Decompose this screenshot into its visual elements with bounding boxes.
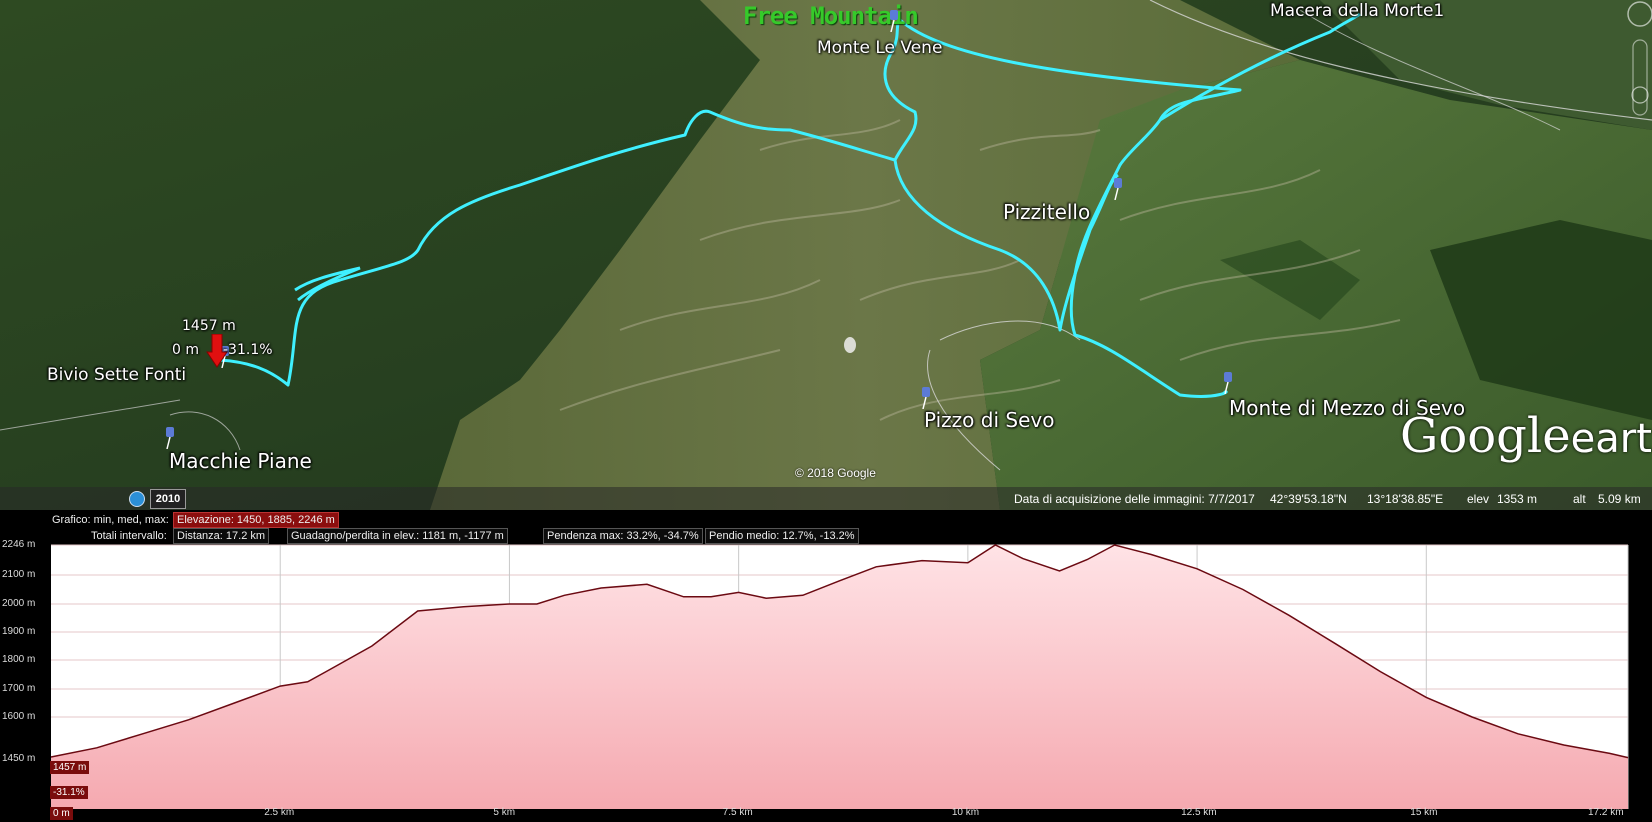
pushpin-icon[interactable] [163,427,177,449]
altitude-label: alt [1573,492,1586,506]
cursor-elevation-label: 1457 m [182,318,236,334]
imagery-year-badge[interactable]: 2010 [150,489,186,509]
imagery-date: Data di acquisizione delle immagini: 7/7… [1014,492,1255,506]
copyright-text: © 2018 Google [795,466,876,480]
cursor-slope-label: -31.1% [223,342,273,358]
x-tick-label: 7.5 km [722,807,753,818]
pushpin-icon[interactable] [1111,178,1125,200]
earth-3d-view[interactable]: Free Mountain Macera della Morte1 Monte … [0,0,1652,510]
placemark-label-macchie[interactable]: Macchie Piane [169,449,312,473]
navigation-controls[interactable] [1618,0,1652,140]
y-tick-label: 1800 m [2,654,36,665]
placemark-label-pizzitello[interactable]: Pizzitello [1003,200,1090,224]
x-tick-label: 5 km [493,807,516,818]
cursor-slope-tag: -31.1% [50,786,88,799]
x-tick-label: 15 km [1410,807,1438,818]
y-tick-label: 1600 m [2,711,36,722]
status-bar: Data di acquisizione delle immagini: 7/7… [0,487,1652,510]
y-tick-label: 1900 m [2,626,36,637]
y-tick-label: 1700 m [2,683,36,694]
latitude-readout: 42°39'53.18"N [1270,492,1347,506]
placemark-label-bivio[interactable]: Bivio Sette Fonti [47,365,186,385]
historical-imagery-clock-icon[interactable] [129,491,145,507]
placemark-label-monte-le-vene[interactable]: Monte Le Vene [817,38,942,58]
google-earth-logo: Googleearth [1400,408,1652,464]
elevation-profile-chart[interactable] [0,511,1652,822]
longitude-readout: 13°18'38.85"E [1367,492,1444,506]
pushpin-icon[interactable] [919,387,933,409]
cursor-elevation-tag: 1457 m [50,761,90,774]
placemark-label-pizzo-di-sevo[interactable]: Pizzo di Sevo [924,408,1054,432]
pushpin-icon[interactable] [1221,372,1235,394]
elevation-readout: 1353 m [1497,492,1538,506]
cursor-distance-label: 0 m [172,342,199,358]
x-tick-label: 10 km [951,807,980,818]
y-tick-label: 2000 m [2,598,36,609]
placemark-label-macera[interactable]: Macera della Morte1 [1270,1,1444,21]
altitude-readout: 5.09 km [1598,492,1641,506]
y-tick-label: 2100 m [2,569,36,580]
cursor-distance-tag: 0 m [50,807,73,820]
x-tick-label: 12.5 km [1181,807,1217,818]
elevation-label: elev [1467,492,1490,506]
x-tick-label: 2.5 km [264,807,295,818]
x-tick-label: 17.2 km [1588,807,1624,818]
pushpin-icon[interactable] [887,10,901,32]
y-tick-label: 1450 m [2,753,36,764]
y-tick-label: 2246 m [2,539,36,550]
